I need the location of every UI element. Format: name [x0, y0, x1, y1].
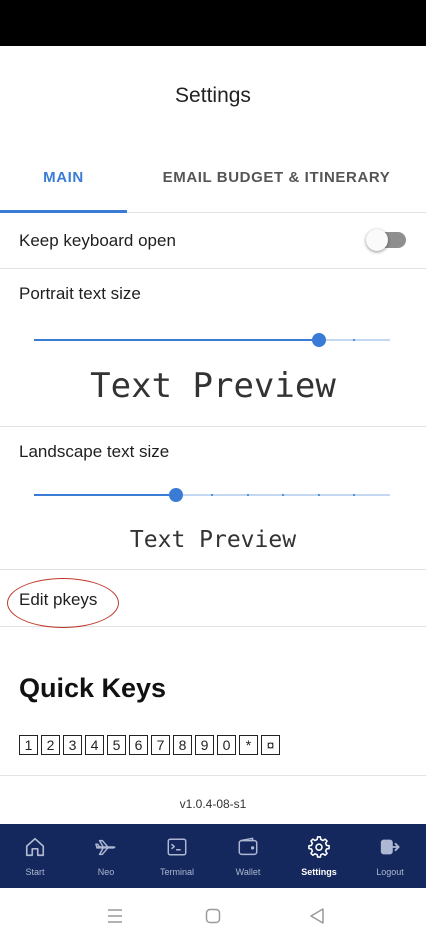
quick-keys-title: Quick Keys [19, 673, 167, 703]
quick-key[interactable]: 4 [85, 735, 104, 755]
slider-fill [34, 339, 319, 341]
home-button-icon[interactable] [201, 904, 225, 928]
portrait-text-preview: Text Preview [90, 366, 336, 406]
quick-keys-row: 1 2 3 4 5 6 7 8 9 0 * ¤ [19, 735, 283, 755]
gear-icon [308, 836, 330, 858]
app-header: Settings [0, 46, 426, 156]
highlight-circle [7, 578, 119, 628]
page-title: Settings [175, 84, 251, 107]
menu-icon[interactable] [103, 904, 127, 928]
landscape-text-size-slider[interactable] [34, 485, 390, 505]
tab-bar: MAIN EMAIL BUDGET & ITINERARY [0, 156, 426, 213]
quick-key[interactable]: 1 [19, 735, 38, 755]
nav-label: Wallet [235, 867, 261, 877]
quick-key[interactable]: ¤ [261, 735, 280, 755]
quick-key[interactable]: 3 [63, 735, 82, 755]
system-nav-bar [0, 888, 426, 946]
keep-keyboard-label: Keep keyboard open [19, 231, 176, 250]
tab-email-budget-itinerary[interactable]: EMAIL BUDGET & ITINERARY [127, 156, 426, 212]
nav-start[interactable]: Start [0, 824, 70, 888]
edit-pkeys-row[interactable]: Edit pkeys [0, 570, 426, 628]
status-bar [0, 0, 426, 46]
back-icon[interactable] [305, 904, 329, 928]
bottom-nav: Start Neo Terminal Wallet Settings Logou… [0, 824, 426, 888]
landscape-text-size-label: Landscape text size [19, 442, 170, 461]
nav-label: Start [25, 867, 45, 877]
quick-key[interactable]: 0 [217, 735, 236, 755]
toggle-thumb [366, 229, 388, 251]
portrait-text-size-row: Portrait text size Text Preview [0, 268, 426, 427]
nav-logout[interactable]: Logout [355, 824, 425, 888]
keep-keyboard-toggle[interactable] [366, 229, 406, 251]
quick-key[interactable]: 8 [173, 735, 192, 755]
quick-key[interactable]: 2 [41, 735, 60, 755]
nav-terminal[interactable]: Terminal [142, 824, 212, 888]
quick-key[interactable]: 7 [151, 735, 170, 755]
quick-key[interactable]: 9 [195, 735, 214, 755]
version-label: v1.0.4-08-s1 [179, 797, 247, 811]
tab-main[interactable]: MAIN [0, 156, 127, 212]
wallet-icon [238, 837, 258, 856]
nav-label: Neo [97, 867, 115, 877]
nav-label: Logout [376, 867, 404, 877]
logout-icon [380, 839, 400, 855]
keep-keyboard-row: Keep keyboard open [0, 213, 426, 269]
quick-key[interactable]: 5 [107, 735, 126, 755]
slider-tick [211, 494, 213, 496]
nav-settings[interactable]: Settings [284, 824, 354, 888]
slider-tick [317, 494, 320, 496]
slider-fill [34, 494, 177, 496]
terminal-icon [167, 838, 187, 856]
portrait-text-size-slider[interactable] [34, 330, 390, 350]
slider-thumb[interactable] [169, 488, 184, 502]
landscape-text-preview: Text Preview [129, 527, 297, 553]
quick-key[interactable]: * [239, 735, 258, 755]
quick-keys-section: Quick Keys 1 2 3 4 5 6 7 8 9 0 * ¤ [0, 627, 426, 776]
nav-label: Terminal [159, 867, 194, 877]
slider-thumb[interactable] [311, 333, 326, 347]
nav-neo[interactable]: Neo [71, 824, 141, 888]
home-icon [25, 837, 45, 857]
landscape-text-size-row: Landscape text size Text Preview [0, 427, 426, 570]
plane-icon [95, 839, 116, 856]
slider-tick [246, 494, 249, 496]
nav-wallet[interactable]: Wallet [213, 824, 283, 888]
portrait-text-size-label: Portrait text size [19, 284, 141, 303]
quick-key[interactable]: 6 [129, 735, 148, 755]
nav-label: Settings [301, 867, 337, 877]
